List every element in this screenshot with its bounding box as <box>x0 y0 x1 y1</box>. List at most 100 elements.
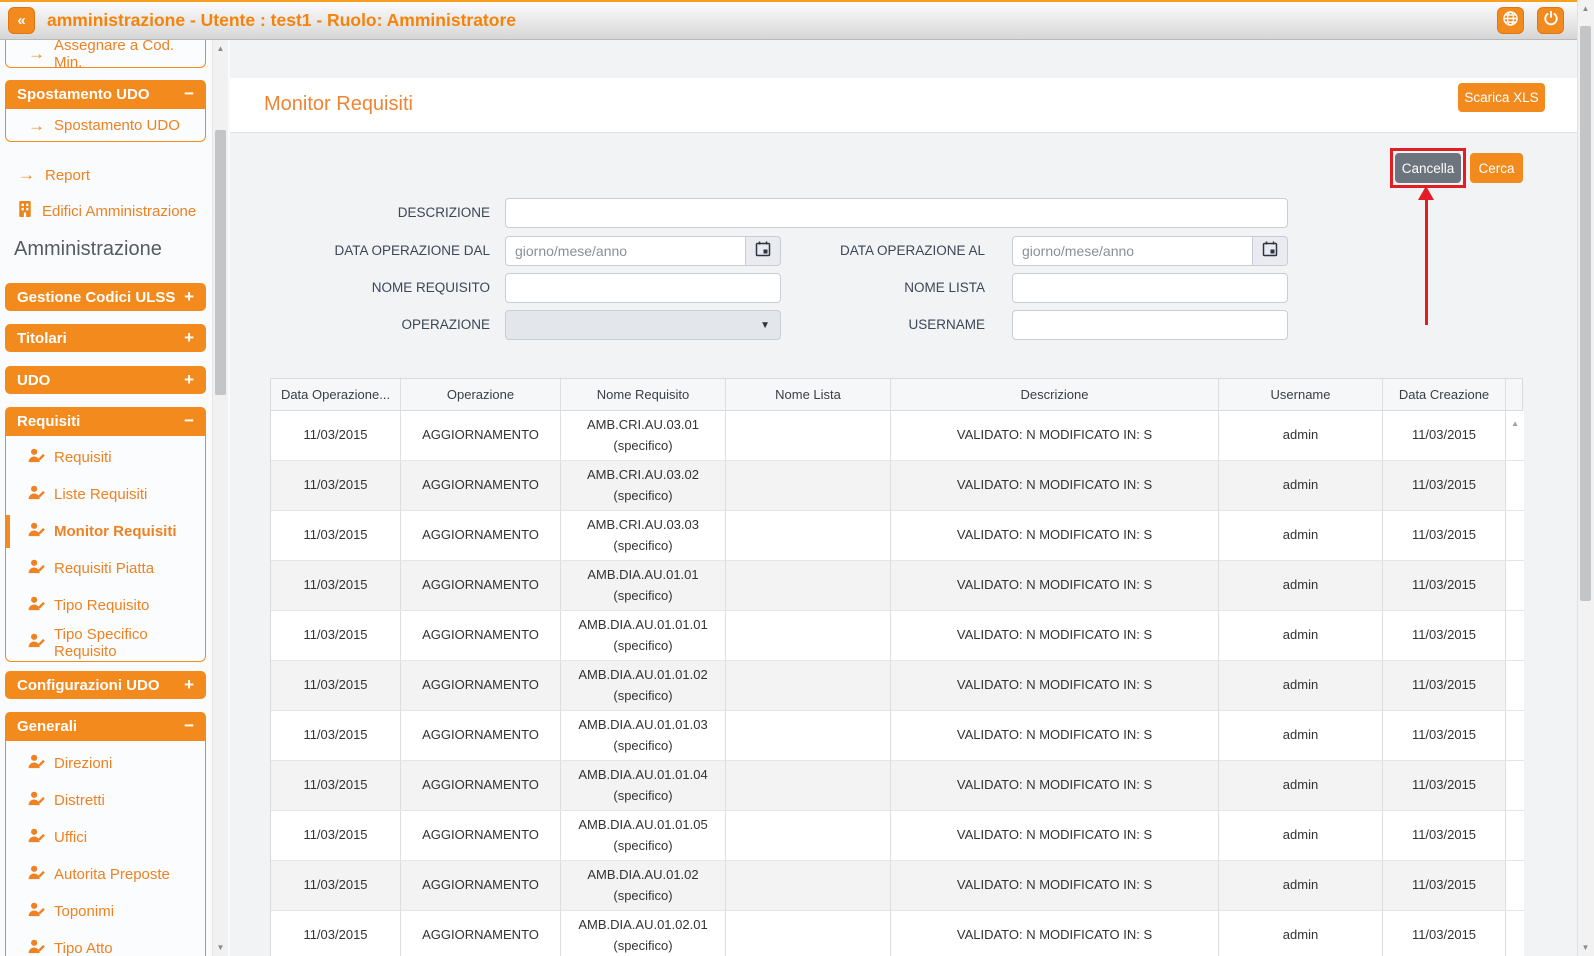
cell-nome-requisito: AMB.CRI.AU.03.01 (specifico) <box>561 411 726 460</box>
sidebar-section-spostamento-udo[interactable]: Spostamento UDO − <box>5 80 206 108</box>
table-cell: VALIDATO: N MODIFICATO IN: S <box>891 511 1219 560</box>
data-operazione-dal-input[interactable] <box>505 236 746 266</box>
calendar-button[interactable] <box>1253 236 1288 266</box>
descrizione-input[interactable] <box>505 198 1288 228</box>
expand-plus-icon[interactable]: + <box>184 370 194 390</box>
sidebar-section-titolari[interactable]: Titolari + <box>5 324 206 352</box>
sidebar-item-distretti[interactable]: Distretti <box>6 782 205 819</box>
table-cell <box>726 461 891 510</box>
table-row[interactable]: 11/03/2015 AGGIORNAMENTO AMB.CRI.AU.03.03(… <box>271 511 1524 561</box>
username-label: USERNAME <box>908 317 985 332</box>
expand-plus-icon[interactable]: + <box>184 328 194 348</box>
sidebar-item-spostamento-udo[interactable]: → Spostamento UDO <box>6 109 205 141</box>
table-row[interactable]: 11/03/2015 AGGIORNAMENTO AMB.DIA.AU.01.02(… <box>271 861 1524 911</box>
scroll-up-icon[interactable]: ▲ <box>213 44 228 53</box>
table-cell: 11/03/2015 <box>1383 561 1506 610</box>
table-cell: AGGIORNAMENTO <box>401 761 561 810</box>
generali-submenu: Direzioni Distretti Uffici Autorita Prepost… <box>5 740 206 956</box>
table-cell: AGGIORNAMENTO <box>401 861 561 910</box>
sidebar-item-tipo-requisito[interactable]: Tipo Requisito <box>6 587 205 624</box>
sidebar-item-assegnare-a-cod-min[interactable]: → Assegnare a Cod. Min. <box>6 40 205 67</box>
col-header-nome-requisito[interactable]: Nome Requisito <box>561 379 726 410</box>
table-row[interactable]: 11/03/2015 AGGIORNAMENTO AMB.DIA.AU.01.01(… <box>271 561 1524 611</box>
table-row[interactable]: 11/03/2015 AGGIORNAMENTO AMB.DIA.AU.01.01.… <box>271 711 1524 761</box>
sidebar-scrollbar[interactable]: ▲ ▼ <box>212 40 228 956</box>
sidebar-item-direzioni[interactable]: Direzioni <box>6 745 205 782</box>
scroll-up-icon[interactable]: ▲ <box>1578 4 1593 13</box>
page-scrollbar-thumb[interactable] <box>1580 26 1591 601</box>
user-edit-icon <box>28 448 45 467</box>
col-header-data-creazione[interactable]: Data Creazione <box>1383 379 1506 410</box>
table-cell <box>726 861 891 910</box>
user-edit-icon <box>28 865 45 884</box>
expand-plus-icon[interactable]: + <box>184 675 194 695</box>
globe-button[interactable] <box>1497 7 1524 34</box>
table-row[interactable]: 11/03/2015 AGGIORNAMENTO AMB.CRI.AU.03.01(… <box>271 411 1524 461</box>
sidebar-item-liste-requisiti[interactable]: Liste Requisiti <box>6 476 205 513</box>
sidebar-item-label: Uffici <box>54 829 88 846</box>
table-cell: VALIDATO: N MODIFICATO IN: S <box>891 411 1219 460</box>
sidebar-section-requisiti[interactable]: Requisiti − <box>5 407 206 435</box>
scroll-down-icon[interactable]: ▼ <box>213 943 228 952</box>
table-row[interactable]: 11/03/2015 AGGIORNAMENTO AMB.CRI.AU.03.02(… <box>271 461 1524 511</box>
cell-scrollbar-spacer <box>1506 561 1524 610</box>
sidebar-item-requisiti-piatta[interactable]: Requisiti Piatta <box>6 550 205 587</box>
table-cell: VALIDATO: N MODIFICATO IN: S <box>891 911 1219 956</box>
sidebar-section-udo[interactable]: UDO + <box>5 366 206 394</box>
table-cell: AGGIORNAMENTO <box>401 661 561 710</box>
table-row[interactable]: 11/03/2015 AGGIORNAMENTO AMB.DIA.AU.01.01.… <box>271 761 1524 811</box>
sidebar-item-uffici[interactable]: Uffici <box>6 819 205 856</box>
table-row[interactable]: 11/03/2015 AGGIORNAMENTO AMB.DIA.AU.01.02.… <box>271 911 1524 956</box>
cell-scrollbar-spacer <box>1506 511 1524 560</box>
expand-plus-icon[interactable]: + <box>184 287 194 307</box>
sidebar-scrollbar-thumb[interactable] <box>215 130 226 395</box>
col-header-nome-lista[interactable]: Nome Lista <box>726 379 891 410</box>
cancella-button[interactable]: Cancella <box>1395 153 1461 183</box>
page-title: Monitor Requisiti <box>264 93 413 115</box>
sidebar-section-gestione-codici-ulss[interactable]: Gestione Codici ULSS + <box>5 283 206 311</box>
sidebar-section-configurazioni-udo[interactable]: Configurazioni UDO + <box>5 671 206 699</box>
sidebar-section-generali[interactable]: Generali − <box>5 712 206 740</box>
header-actions <box>1497 7 1564 34</box>
sidebar-item-monitor-requisiti[interactable]: Monitor Requisiti <box>6 513 205 550</box>
data-operazione-al-input[interactable] <box>1012 236 1253 266</box>
scarica-xls-button[interactable]: Scarica XLS <box>1458 83 1545 112</box>
scroll-down-icon[interactable]: ▼ <box>1578 943 1593 952</box>
col-header-descrizione[interactable]: Descrizione <box>891 379 1219 410</box>
table-scroll-up-icon[interactable]: ▲ <box>1511 419 1519 428</box>
sidebar-item-requisiti[interactable]: Requisiti <box>6 439 205 476</box>
power-logout-button[interactable] <box>1537 7 1564 34</box>
collapse-minus-icon[interactable]: − <box>184 716 194 736</box>
table-cell: 11/03/2015 <box>1383 811 1506 860</box>
cell-scrollbar-spacer <box>1506 661 1524 710</box>
col-header-username[interactable]: Username <box>1219 379 1383 410</box>
table-row[interactable]: 11/03/2015 AGGIORNAMENTO AMB.DIA.AU.01.01.… <box>271 811 1524 861</box>
collapse-minus-icon[interactable]: − <box>184 411 194 431</box>
page-scrollbar[interactable]: ▲ ▼ <box>1577 0 1594 956</box>
cell-nome-requisito: AMB.DIA.AU.01.01.02 (specifico) <box>561 661 726 710</box>
cell-nome-requisito: AMB.DIA.AU.01.01.04 (specifico) <box>561 761 726 810</box>
sidebar-collapse-button[interactable]: « <box>8 7 35 34</box>
table-cell <box>726 661 891 710</box>
table-cell: 11/03/2015 <box>271 461 401 510</box>
table-cell: AGGIORNAMENTO <box>401 811 561 860</box>
col-header-data-operazione[interactable]: Data Operazione... <box>271 379 401 410</box>
table-row[interactable]: 11/03/2015 AGGIORNAMENTO AMB.DIA.AU.01.01.… <box>271 611 1524 661</box>
sidebar-item-toponimi[interactable]: Toponimi <box>6 893 205 930</box>
username-input[interactable] <box>1012 310 1288 340</box>
table-cell: admin <box>1219 911 1383 956</box>
collapse-minus-icon[interactable]: − <box>184 84 194 104</box>
sidebar-item-tipo-atto[interactable]: Tipo Atto <box>6 930 205 956</box>
cerca-button[interactable]: Cerca <box>1470 153 1523 183</box>
table-header-row: Data Operazione... Operazione Nome Requi… <box>271 379 1522 411</box>
sidebar-item-tipo-specifico-requisito[interactable]: Tipo Specifico Requisito <box>6 624 205 661</box>
table-row[interactable]: 11/03/2015 AGGIORNAMENTO AMB.DIA.AU.01.01.… <box>271 661 1524 711</box>
sidebar-item-report[interactable]: → Report <box>18 162 90 188</box>
table-cell: 11/03/2015 <box>1383 611 1506 660</box>
table-cell: admin <box>1219 661 1383 710</box>
sidebar-item-autorita-preposte[interactable]: Autorita Preposte <box>6 856 205 893</box>
nome-lista-input[interactable] <box>1012 273 1288 303</box>
col-header-operazione[interactable]: Operazione <box>401 379 561 410</box>
sidebar-item-label: Autorita Preposte <box>54 866 170 883</box>
sidebar-item-edifici-amministrazione[interactable]: Edifici Amministrazione <box>18 198 196 224</box>
